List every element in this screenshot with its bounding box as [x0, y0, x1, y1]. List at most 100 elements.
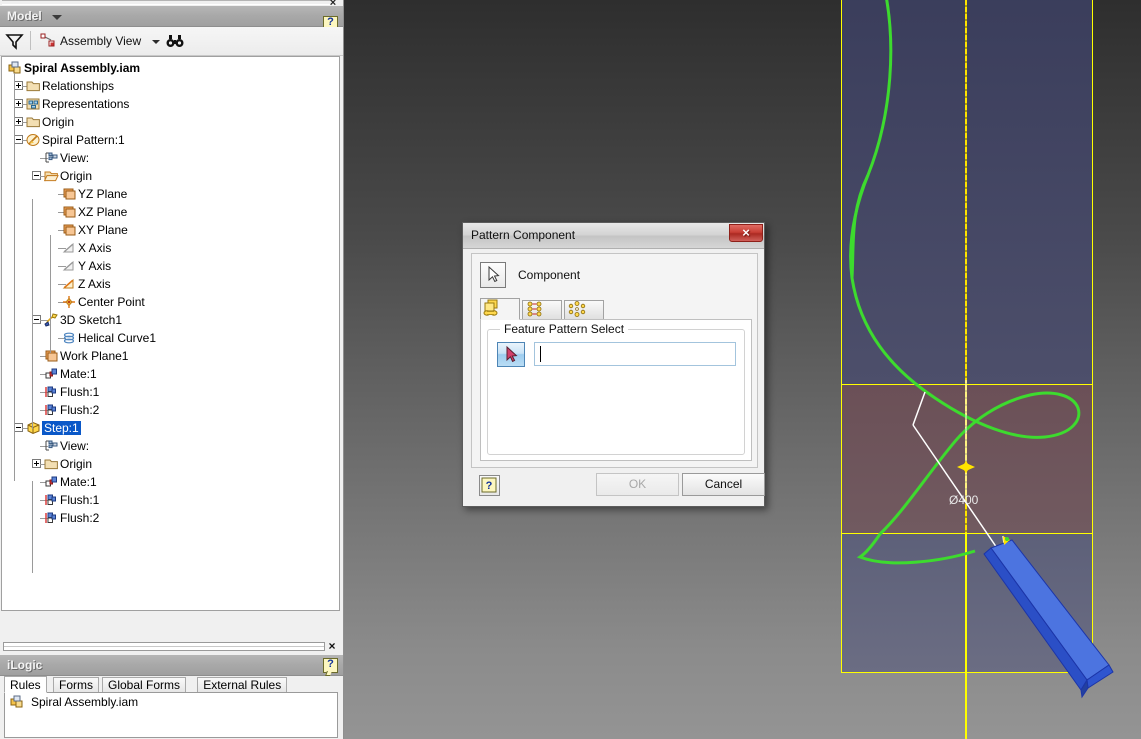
help-icon[interactable] — [323, 658, 338, 673]
ilogic-tab-strip: Rules Forms Global Forms External Rules — [0, 676, 343, 693]
dialog-help-button[interactable]: ? — [479, 475, 500, 496]
part-yellow-icon — [27, 421, 40, 435]
rectangular-pattern-tab[interactable] — [522, 300, 562, 320]
tree-node[interactable]: View: — [2, 437, 339, 455]
tree-node[interactable]: Z Axis — [2, 275, 339, 293]
tree-node[interactable]: X Axis — [2, 239, 339, 257]
tree-node-label: Mate:1 — [60, 367, 97, 382]
horizontal-scrollbar[interactable] — [3, 642, 325, 651]
plane-icon — [63, 224, 76, 236]
tree-node[interactable]: Spiral Pattern:1 — [2, 131, 339, 149]
model-browser-panel: × Model Assembly View Spi — [0, 0, 344, 739]
assembly-icon — [10, 695, 23, 708]
tree-node[interactable]: Center Point — [2, 293, 339, 311]
chevron-down-icon[interactable] — [152, 40, 160, 44]
dialog-tab-strip — [480, 298, 752, 320]
tree-node[interactable]: Mate:1 — [2, 473, 339, 491]
tree-node-label: X Axis — [78, 241, 112, 256]
plane-icon — [63, 188, 76, 200]
ilogic-tab-rules[interactable]: Rules — [4, 676, 47, 693]
tree-node[interactable]: Origin — [2, 167, 339, 185]
component-select-button[interactable] — [480, 262, 506, 288]
tree-node[interactable]: Helical Curve1 — [2, 329, 339, 347]
flush-icon — [45, 386, 56, 397]
work-plane-lower — [841, 533, 1093, 673]
ilogic-tab-forms[interactable]: Forms — [53, 677, 99, 693]
flush-icon — [45, 494, 56, 505]
tree-node-label: Z Axis — [78, 277, 111, 292]
ilogic-tab-global-forms[interactable]: Global Forms — [102, 677, 187, 693]
tree-node[interactable]: XY Plane — [2, 221, 339, 239]
ilogic-tab-external-rules[interactable]: External Rules — [197, 677, 288, 693]
tree-node-label: Flush:2 — [60, 403, 100, 418]
ok-button[interactable]: OK — [596, 473, 679, 496]
tree-node[interactable]: 3D Sketch1 — [2, 311, 339, 329]
work-plane-middle — [841, 384, 1093, 534]
close-icon[interactable]: × — [729, 224, 763, 242]
tree-node-label: Origin — [42, 115, 75, 130]
helix-icon — [63, 332, 75, 344]
circular-pattern-tab[interactable] — [564, 300, 604, 320]
feature-pattern-tab[interactable] — [480, 298, 520, 320]
ilogic-list-item[interactable]: Spiral Assembly.iam — [5, 693, 337, 711]
tree-node[interactable]: Flush:2 — [2, 509, 339, 527]
pattern-select-input[interactable] — [534, 342, 736, 366]
panel-close-icon[interactable]: × — [326, 639, 338, 653]
axis-gray-icon — [62, 260, 74, 271]
tree-node[interactable]: Flush:2 — [2, 401, 339, 419]
component-label: Component — [518, 268, 581, 282]
tree-node-label: XZ Plane — [78, 205, 128, 220]
tree-guide-line — [32, 481, 33, 573]
tree-node-label: Spiral Assembly.iam — [24, 61, 141, 76]
tree-node[interactable]: Y Axis — [2, 257, 339, 275]
folder-icon — [44, 459, 58, 470]
mate-icon — [45, 368, 57, 379]
tree-node[interactable]: YZ Plane — [2, 185, 339, 203]
tree-node[interactable]: Relationships — [2, 77, 339, 95]
assembly-view-label: Assembly View — [60, 34, 142, 48]
select-cursor-icon — [506, 345, 518, 363]
tree-guide-line — [14, 73, 15, 481]
tree-node[interactable]: Step:1 — [2, 419, 339, 437]
text-caret — [540, 346, 541, 362]
tree-node-label: View: — [60, 439, 90, 454]
tree-node[interactable]: Origin — [2, 113, 339, 131]
tree-node[interactable]: View: — [2, 149, 339, 167]
tree-node[interactable]: Mate:1 — [2, 365, 339, 383]
representations-icon — [26, 98, 40, 110]
cancel-button[interactable]: Cancel — [682, 473, 765, 496]
tree-node[interactable]: Spiral Assembly.iam — [2, 59, 339, 77]
tree-node[interactable]: Work Plane1 — [2, 347, 339, 365]
tree-node[interactable]: XZ Plane — [2, 203, 339, 221]
filter-icon[interactable] — [5, 32, 24, 50]
tree-node-label: XY Plane — [78, 223, 128, 238]
model-tree-container[interactable]: Spiral Assembly.iam Relationships Represen… — [1, 56, 340, 611]
folder-icon — [26, 117, 40, 128]
tree-node-label: Relationships — [42, 79, 115, 94]
dialog-footer: ? OK Cancel — [471, 473, 765, 499]
axis-orange-icon — [62, 278, 74, 289]
tree-node-label: Helical Curve1 — [78, 331, 157, 346]
flush-icon — [45, 512, 56, 523]
folder-open-icon — [44, 171, 59, 182]
ilogic-title-bar: iLogic — [0, 655, 343, 676]
tree-node[interactable]: Representations — [2, 95, 339, 113]
folder-icon — [26, 81, 40, 92]
pattern-pick-button[interactable] — [497, 342, 525, 367]
panel-splitter[interactable]: × — [0, 637, 343, 657]
help-icon: ? — [481, 477, 497, 493]
tree-guide-line — [50, 235, 51, 353]
tree-node[interactable]: Origin — [2, 455, 339, 473]
ilogic-rules-list[interactable]: Spiral Assembly.iam — [4, 692, 338, 738]
browser-title-bar: Model — [0, 6, 343, 31]
dialog-title-bar[interactable]: Pattern Component × — [463, 223, 764, 249]
chevron-down-icon[interactable] — [52, 15, 62, 20]
binoculars-icon[interactable] — [166, 33, 184, 49]
circular-pattern-icon — [568, 301, 586, 317]
tree-node[interactable]: Flush:1 — [2, 491, 339, 509]
pattern-component-dialog[interactable]: Pattern Component × Component Feature Pa… — [462, 222, 765, 507]
assembly-icon — [8, 61, 21, 74]
tree-node[interactable]: Flush:1 — [2, 383, 339, 401]
part-icon — [26, 134, 40, 146]
browser-title-label: Model — [7, 9, 42, 23]
